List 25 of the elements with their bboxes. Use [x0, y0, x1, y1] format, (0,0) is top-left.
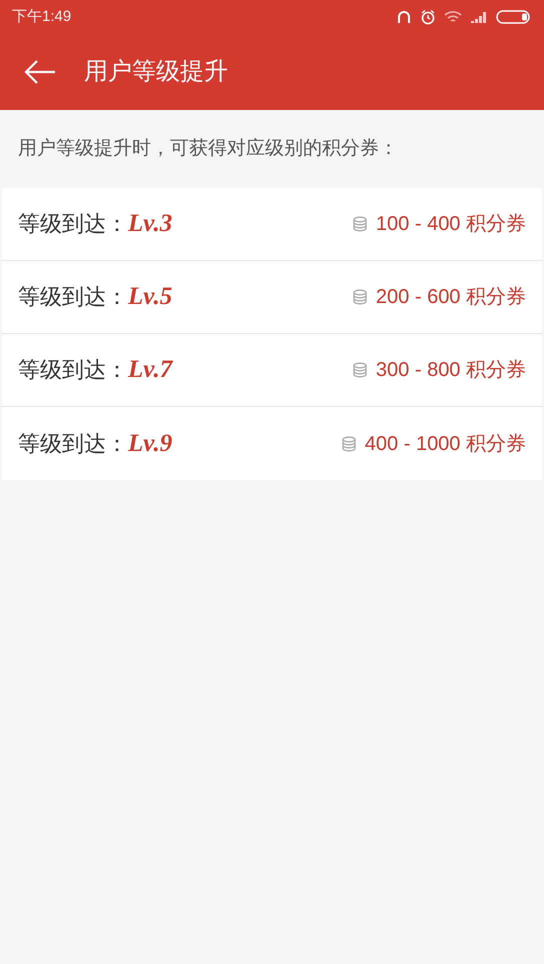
- signal-icon: [470, 10, 488, 24]
- coins-icon: [352, 216, 368, 232]
- coins-icon: [352, 289, 368, 305]
- intro-text: 用户等级提升时，可获得对应级别的积分券：: [18, 136, 398, 161]
- level-value: Lv.3: [128, 209, 172, 240]
- coins-icon: [352, 362, 368, 378]
- level-label: 等级到达：: [18, 356, 128, 384]
- reward-text: 400 - 1000 积分券: [364, 432, 526, 456]
- level-value: Lv.5: [128, 282, 172, 312]
- status-time: 下午1:49: [12, 6, 72, 27]
- back-icon[interactable]: [24, 59, 56, 85]
- wifi-icon: [444, 10, 462, 24]
- reward-text: 300 - 800 积分券: [376, 358, 526, 383]
- reward-text: 200 - 600 积分券: [376, 285, 526, 310]
- battery-icon: [496, 9, 532, 25]
- reward-text: 100 - 400 积分券: [376, 212, 526, 237]
- level-label: 等级到达：: [18, 430, 128, 458]
- level-value: Lv.9: [128, 428, 172, 459]
- headphones-icon: [396, 9, 412, 25]
- level-value: Lv.7: [128, 355, 172, 386]
- level-label: 等级到达：: [18, 210, 128, 238]
- page-title: 用户等级提升: [84, 57, 228, 87]
- coins-icon: [340, 436, 357, 452]
- level-label: 等级到达：: [18, 283, 128, 312]
- alarm-icon: [420, 9, 436, 25]
